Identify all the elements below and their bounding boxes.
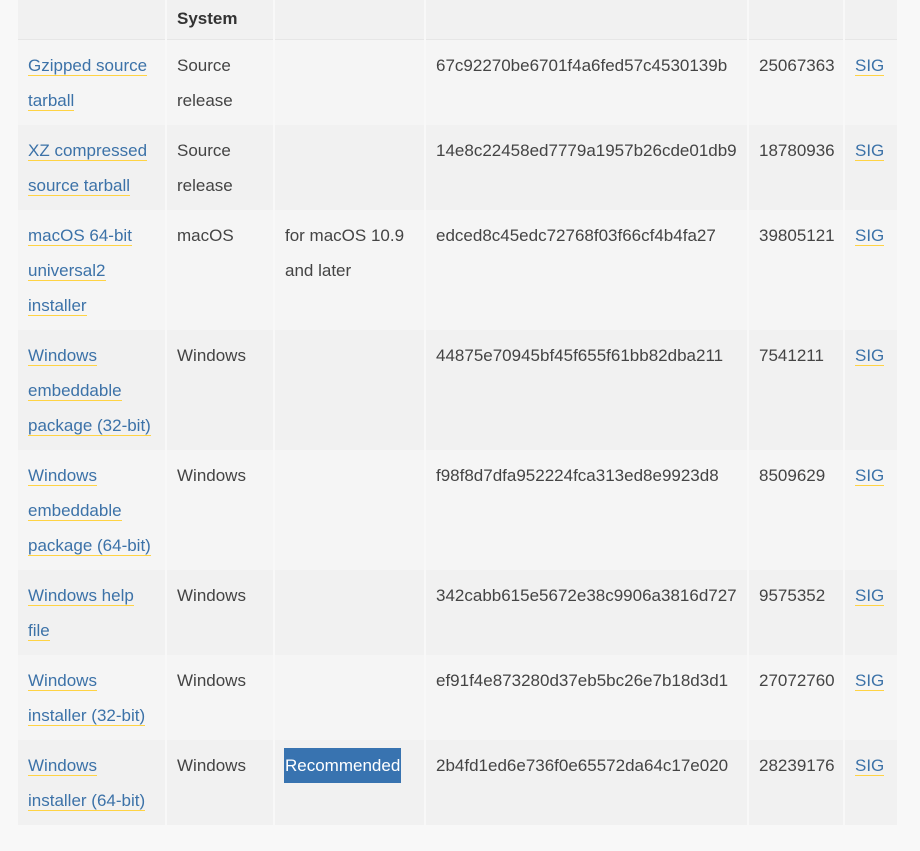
file-size-cell: 39805121 [749, 210, 843, 330]
file-download-link[interactable]: Windows help file [28, 586, 134, 641]
file-cell: macOS 64-bit universal2 installer [18, 210, 165, 330]
file-download-link[interactable]: macOS 64-bit universal2 installer [28, 226, 132, 316]
header-gpg [845, 0, 897, 40]
gpg-cell: SIG [845, 655, 897, 740]
header-md5-sum [426, 0, 747, 40]
description-cell [275, 330, 424, 450]
table-row: XZ compressed source tarball Source relea… [18, 125, 897, 210]
file-cell: XZ compressed source tarball [18, 125, 165, 210]
operating-system-cell: macOS [167, 210, 273, 330]
description-cell [275, 40, 424, 125]
gpg-cell: SIG [845, 40, 897, 125]
recommended-badge: Recommended [284, 748, 402, 783]
operating-system-cell: Windows [167, 655, 273, 740]
table-row: macOS 64-bit universal2 installer macOS fo… [18, 210, 897, 330]
operating-system-cell: Windows [167, 450, 273, 570]
file-size-cell: 8509629 [749, 450, 843, 570]
gpg-cell: SIG [845, 125, 897, 210]
file-download-link[interactable]: Gzipped source tarball [28, 56, 148, 111]
header-operating-system: System [167, 0, 273, 40]
gpg-cell: SIG [845, 330, 897, 450]
gpg-cell: SIG [845, 450, 897, 570]
md5-sum-cell: ef91f4e873280d37eb5bc26e7b18d3d1 [426, 655, 747, 740]
table-row: Gzipped source tarball Source release 67c9… [18, 40, 897, 125]
file-download-link[interactable]: XZ compressed source tarball [28, 141, 148, 196]
gpg-cell: SIG [845, 570, 897, 655]
md5-sum-cell: edced8c45edc72768f03f66cf4b4fa27 [426, 210, 747, 330]
files-table-container: System Gzipped source tarball Source rele… [18, 0, 897, 825]
table-row: Windows installer (32-bit) Windows ef91f4e… [18, 655, 897, 740]
files-table-header: System [18, 0, 897, 40]
sig-link[interactable]: SIG [855, 466, 885, 486]
header-row: System [18, 0, 897, 40]
description-cell [275, 450, 424, 570]
file-size-cell: 7541211 [749, 330, 843, 450]
file-download-link[interactable]: Windows embeddable package (64-bit) [28, 466, 151, 556]
sig-link[interactable]: SIG [855, 756, 885, 776]
operating-system-cell: Windows [167, 740, 273, 825]
header-file-size [749, 0, 843, 40]
gpg-cell: SIG [845, 210, 897, 330]
files-table-body: Gzipped source tarball Source release 67c9… [18, 40, 897, 825]
sig-link[interactable]: SIG [855, 141, 885, 161]
file-download-link[interactable]: Windows embeddable package (32-bit) [28, 346, 151, 436]
sig-link[interactable]: SIG [855, 56, 885, 76]
sig-link[interactable]: SIG [855, 226, 885, 246]
operating-system-cell: Source release [167, 40, 273, 125]
table-row: Windows embeddable package (32-bit) Windo… [18, 330, 897, 450]
sig-link[interactable]: SIG [855, 586, 885, 606]
table-row: Windows help file Windows 342cabb615e5672e… [18, 570, 897, 655]
description-cell [275, 125, 424, 210]
md5-sum-cell: 44875e70945bf45f655f61bb82dba211 [426, 330, 747, 450]
table-row: Windows embeddable package (64-bit) Windo… [18, 450, 897, 570]
file-size-cell: 9575352 [749, 570, 843, 655]
file-size-cell: 28239176 [749, 740, 843, 825]
file-download-link[interactable]: Windows installer (64-bit) [28, 756, 146, 811]
md5-sum-cell: 342cabb615e5672e38c9906a3816d727 [426, 570, 747, 655]
file-cell: Gzipped source tarball [18, 40, 165, 125]
file-cell: Windows embeddable package (32-bit) [18, 330, 165, 450]
description-cell [275, 655, 424, 740]
file-cell: Windows embeddable package (64-bit) [18, 450, 165, 570]
description-cell: Recommended [275, 740, 424, 825]
file-size-cell: 27072760 [749, 655, 843, 740]
file-cell: Windows help file [18, 570, 165, 655]
md5-sum-cell: 14e8c22458ed7779a1957b26cde01db9 [426, 125, 747, 210]
file-size-cell: 25067363 [749, 40, 843, 125]
table-row: Windows installer (64-bit) Windows Recomme… [18, 740, 897, 825]
operating-system-cell: Windows [167, 570, 273, 655]
md5-sum-cell: 2b4fd1ed6e736f0e65572da64c17e020 [426, 740, 747, 825]
files-table: System Gzipped source tarball Source rele… [16, 0, 899, 825]
file-cell: Windows installer (64-bit) [18, 740, 165, 825]
file-download-link[interactable]: Windows installer (32-bit) [28, 671, 146, 726]
operating-system-cell: Source release [167, 125, 273, 210]
sig-link[interactable]: SIG [855, 671, 885, 691]
header-description [275, 0, 424, 40]
header-version [18, 0, 165, 40]
md5-sum-cell: f98f8d7dfa952224fca313ed8e9923d8 [426, 450, 747, 570]
md5-sum-cell: 67c92270be6701f4a6fed57c4530139b [426, 40, 747, 125]
sig-link[interactable]: SIG [855, 346, 885, 366]
gpg-cell: SIG [845, 740, 897, 825]
operating-system-cell: Windows [167, 330, 273, 450]
file-size-cell: 18780936 [749, 125, 843, 210]
description-cell: for macOS 10.9 and later [275, 210, 424, 330]
description-cell [275, 570, 424, 655]
file-cell: Windows installer (32-bit) [18, 655, 165, 740]
